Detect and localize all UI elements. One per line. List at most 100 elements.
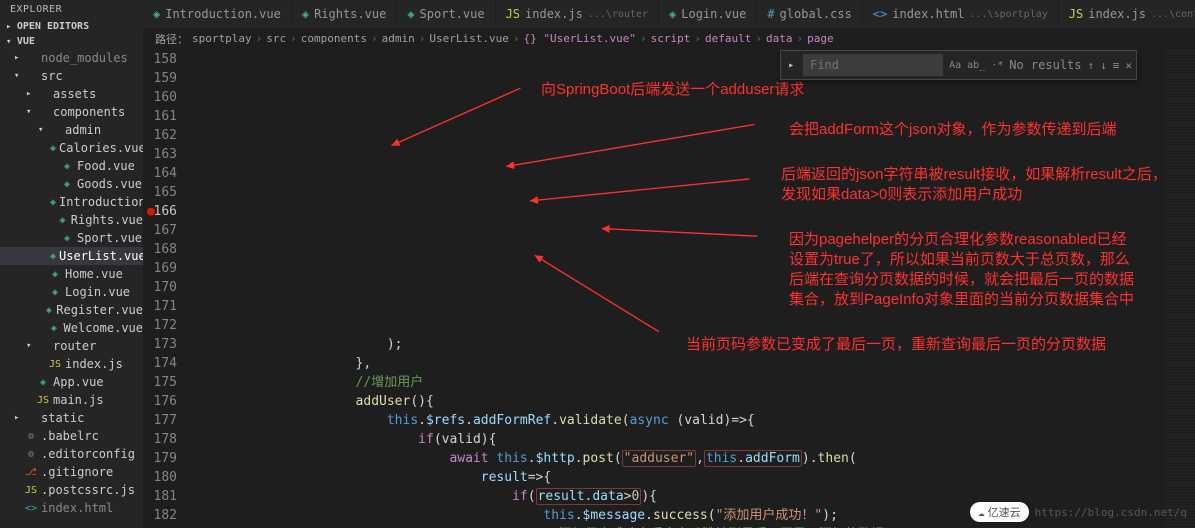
- vue-icon: ◈: [47, 323, 60, 334]
- tree-item-food-vue[interactable]: ◈Food.vue: [0, 157, 143, 175]
- minimap[interactable]: [1165, 50, 1195, 528]
- tab-login-vue[interactable]: ◈ Login.vue: [659, 0, 757, 28]
- tree-item-introduction-vue[interactable]: ◈Introduction.vue: [0, 193, 143, 211]
- tree-item-label: components: [53, 105, 125, 119]
- vue-icon: ◈: [50, 143, 56, 154]
- vue-icon: ◈: [36, 377, 50, 388]
- find-prev-icon[interactable]: ↑: [1088, 56, 1095, 75]
- tree-item-components[interactable]: ▾components: [0, 103, 143, 121]
- project-root[interactable]: VUE: [0, 34, 143, 49]
- find-word-icon[interactable]: ab̲: [967, 56, 985, 75]
- watermark-brand: ☁ 亿速云: [970, 502, 1029, 522]
- vue-icon: ◈: [60, 233, 74, 244]
- tab-global-css[interactable]: #global.css: [757, 0, 862, 28]
- tree-item-label: admin: [65, 123, 101, 137]
- tree-item-label: assets: [53, 87, 96, 101]
- open-editors-section[interactable]: OPEN EDITORS: [0, 19, 143, 34]
- tree-item-login-vue[interactable]: ◈Login.vue: [0, 283, 143, 301]
- editor-area: ◈Introduction.vue◈Rights.vue◈Sport.vueJS…: [143, 0, 1195, 528]
- tab-sport-vue[interactable]: ◈Sport.vue: [397, 0, 495, 28]
- breadcrumb-item[interactable]: sportplay: [192, 32, 252, 45]
- find-input[interactable]: [803, 54, 943, 76]
- find-close-icon[interactable]: ✕: [1125, 56, 1132, 75]
- breadcrumb-item[interactable]: script: [651, 32, 691, 45]
- tree-item-sport-vue[interactable]: ◈Sport.vue: [0, 229, 143, 247]
- tree-item--postcssrc-js[interactable]: JS.postcssrc.js: [0, 481, 143, 499]
- tree-item-label: .babelrc: [41, 429, 99, 443]
- tree-item-node_modules[interactable]: ▸node_modules: [0, 49, 143, 67]
- breadcrumb-item[interactable]: components: [301, 32, 367, 45]
- tab-index-html[interactable]: <>index.html...\sportplay: [863, 0, 1059, 28]
- vue-icon: ◈: [57, 215, 67, 226]
- watermark: ☁ 亿速云 https://blog.csdn.net/q: [970, 502, 1187, 522]
- find-toggle-replace-icon[interactable]: ▸: [785, 56, 797, 75]
- tree-item-src[interactable]: ▾src: [0, 67, 143, 85]
- find-next-icon[interactable]: ↓: [1100, 56, 1107, 75]
- annotation-4a: 因为pagehelper的分页合理化参数reasonabled已经: [789, 230, 1127, 250]
- code-editor[interactable]: 1581591601611621631641651661671681691701…: [143, 50, 1195, 528]
- vue-icon: ◈: [669, 7, 676, 21]
- tree-item-goods-vue[interactable]: ◈Goods.vue: [0, 175, 143, 193]
- tree-item-home-vue[interactable]: ◈Home.vue: [0, 265, 143, 283]
- tree-item-label: index.html: [41, 501, 113, 515]
- vue-icon: ◈: [60, 179, 74, 190]
- vue-icon: ◈: [50, 197, 56, 208]
- find-case-icon[interactable]: Aa: [949, 56, 961, 75]
- tab-rights-vue[interactable]: ◈Rights.vue: [292, 0, 397, 28]
- tree-item--editorconfig[interactable]: ⚙.editorconfig: [0, 445, 143, 463]
- breadcrumb[interactable]: 路径：sportplay›src›components›admin›UserLi…: [143, 28, 1195, 50]
- tree-item--gitignore[interactable]: ⎇.gitignore: [0, 463, 143, 481]
- vue-icon: ◈: [60, 161, 74, 172]
- tab-label: Rights.vue: [314, 7, 386, 21]
- config-icon: ⚙: [24, 449, 38, 460]
- find-results: No results: [1009, 56, 1081, 75]
- tree-item-label: App.vue: [53, 375, 104, 389]
- tree-item-label: src: [41, 69, 63, 83]
- tab-label: Login.vue: [681, 7, 746, 21]
- tree-item-assets[interactable]: ▸assets: [0, 85, 143, 103]
- breadcrumb-item[interactable]: 路径：: [155, 31, 188, 47]
- annotation-1: 向SpringBoot后端发送一个adduser请求: [541, 80, 804, 100]
- tree-item--babelrc[interactable]: ⚙.babelrc: [0, 427, 143, 445]
- git-icon: ⎇: [24, 467, 38, 478]
- tab-label: index.js: [525, 7, 583, 21]
- js-icon: JS: [48, 359, 62, 370]
- html-icon: <>: [873, 7, 887, 21]
- tree-item-router[interactable]: ▾router: [0, 337, 143, 355]
- tree-item-label: Welcome.vue: [64, 321, 143, 335]
- breadcrumb-item[interactable]: src: [266, 32, 286, 45]
- find-widget[interactable]: ▸ Aa ab̲ ·* No results ↑ ↓ ≡ ✕: [780, 50, 1137, 80]
- tree-item-app-vue[interactable]: ◈App.vue: [0, 373, 143, 391]
- tree-item-admin[interactable]: ▾admin: [0, 121, 143, 139]
- breadcrumb-item[interactable]: default: [705, 32, 751, 45]
- tab-index-js[interactable]: JSindex.js...\config: [1059, 0, 1195, 28]
- breadcrumb-item[interactable]: {} "UserList.vue": [523, 32, 636, 45]
- code-line-164: await this.$http.post("adduser",this.add…: [191, 449, 1165, 468]
- tree-item-welcome-vue[interactable]: ◈ Welcome.vue: [0, 319, 143, 337]
- breadcrumb-item[interactable]: UserList.vue: [429, 32, 508, 45]
- breadcrumb-item[interactable]: data: [766, 32, 793, 45]
- tree-item-userlist-vue[interactable]: ◈UserList.vue: [0, 247, 143, 265]
- explorer: EXPLORER OPEN EDITORS VUE ▸node_modules▾…: [0, 0, 143, 528]
- tab-label: global.css: [780, 7, 852, 21]
- code-content[interactable]: ▸ Aa ab̲ ·* No results ↑ ↓ ≡ ✕: [191, 50, 1165, 528]
- js-icon: JS: [36, 395, 50, 406]
- tab-index-js[interactable]: JSindex.js...\router: [496, 0, 659, 28]
- find-regex-icon[interactable]: ·*: [991, 56, 1003, 75]
- tab-introduction-vue[interactable]: ◈Introduction.vue: [143, 0, 292, 28]
- find-selection-icon[interactable]: ≡: [1113, 56, 1120, 75]
- annotation-2: 会把addForm这个json对象，作为参数传递到后端: [789, 120, 1117, 140]
- tree-item-index-js[interactable]: JSindex.js: [0, 355, 143, 373]
- tree-item-label: main.js: [53, 393, 104, 407]
- tree-item-register-vue[interactable]: ◈Register.vue: [0, 301, 143, 319]
- explorer-title: EXPLORER: [0, 0, 143, 19]
- tab-bar: ◈Introduction.vue◈Rights.vue◈Sport.vueJS…: [143, 0, 1195, 28]
- breadcrumb-item[interactable]: admin: [382, 32, 415, 45]
- tree-item-index-html[interactable]: <>index.html: [0, 499, 143, 517]
- tree-item-rights-vue[interactable]: ◈Rights.vue: [0, 211, 143, 229]
- tree-item-calories-vue[interactable]: ◈Calories.vue: [0, 139, 143, 157]
- breadcrumb-item[interactable]: page: [807, 32, 834, 45]
- tree-item-main-js[interactable]: JSmain.js: [0, 391, 143, 409]
- tree-item-static[interactable]: ▸static: [0, 409, 143, 427]
- tree-item-label: Register.vue: [56, 303, 143, 317]
